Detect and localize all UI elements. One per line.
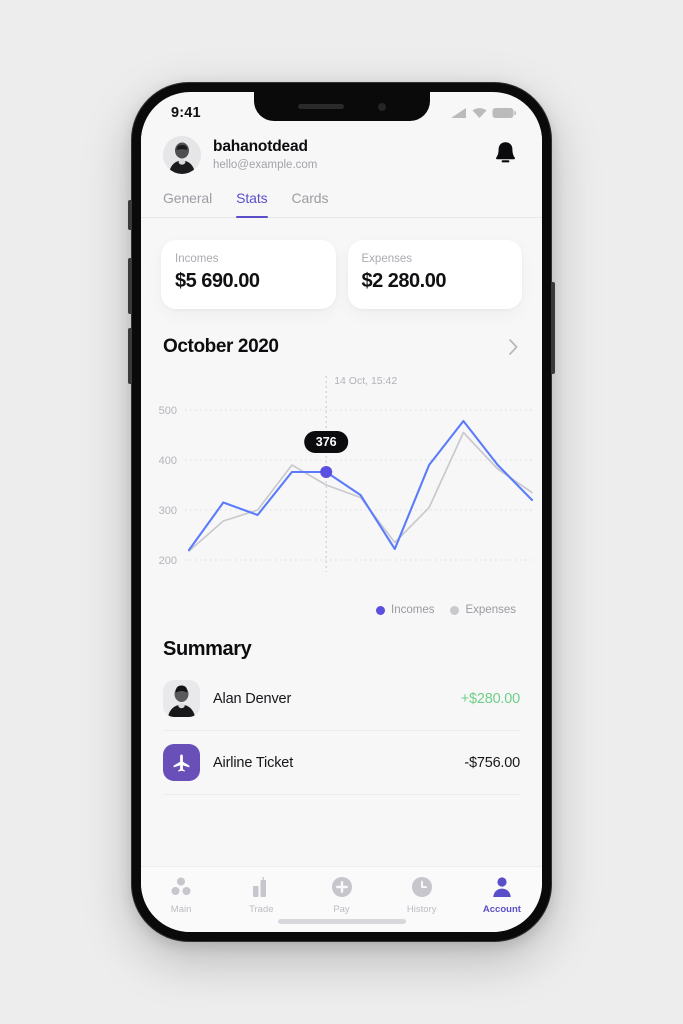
list-item-label: Alan Denver <box>213 690 292 707</box>
nav-label-history: History <box>406 904 437 915</box>
notch <box>253 92 430 121</box>
legend-dot-incomes <box>376 605 386 615</box>
month-selector[interactable]: October 2020 <box>141 309 542 358</box>
summary-section: Summary Alan Denver +$280.00 Airline Tic… <box>141 616 542 795</box>
chevron-right-icon[interactable] <box>509 339 518 355</box>
chart-y-tick-label: 300 <box>159 505 177 517</box>
chart-y-axis-labels: 200 300 400 500 <box>159 405 177 567</box>
nav-item-trade[interactable]: Trade <box>221 875 301 915</box>
profile-row[interactable]: bahanotdead hello@example.com <box>141 130 542 174</box>
list-item[interactable]: Alan Denver +$280.00 <box>163 667 520 731</box>
chart-legend: Incomes Expenses <box>141 602 542 616</box>
stat-card-incomes[interactable]: Incomes $5 690.00 <box>161 240 336 309</box>
clock-icon <box>411 877 432 897</box>
page-title: October 2020 <box>163 336 279 357</box>
chart-canvas: 200 300 400 500 376 14 Oct, 15:42 <box>159 375 534 572</box>
chart-y-tick-label: 400 <box>159 455 177 467</box>
chart-gridlines <box>185 409 532 561</box>
tab-general[interactable]: General <box>163 190 212 217</box>
dots-grid-icon <box>171 877 191 895</box>
list-item-amount: +$280.00 <box>460 690 520 707</box>
legend-dot-expenses <box>450 605 460 615</box>
tab-cards[interactable]: Cards <box>292 190 329 217</box>
legend-label-expenses: Expenses <box>465 604 516 616</box>
notification-bell-icon <box>496 142 515 163</box>
avatar-photo-icon <box>163 136 201 174</box>
phone-frame: 9:41 bahanotdead hello@example.com Gener… <box>128 82 555 942</box>
nav-label-account: Account <box>482 904 521 915</box>
wifi-icon <box>472 108 487 118</box>
stat-cards: Incomes $5 690.00 Expenses $2 280.00 <box>141 218 542 309</box>
volume-down-button[interactable] <box>128 328 132 384</box>
chart-annotation-label: 14 Oct, 15:42 <box>334 375 397 387</box>
front-camera-icon <box>377 102 386 111</box>
chart-y-tick-label: 500 <box>159 405 177 417</box>
chart-tooltip: 376 <box>304 431 349 453</box>
chart-tooltip-value: 376 <box>316 435 337 449</box>
list-item[interactable]: Airline Ticket -$756.00 <box>163 731 520 795</box>
status-time: 9:41 <box>171 105 201 121</box>
profile-info: bahanotdead hello@example.com <box>213 137 479 172</box>
power-button[interactable] <box>551 282 555 374</box>
legend-item-expenses[interactable]: Expenses <box>450 604 516 616</box>
stat-card-label: Incomes <box>175 253 219 265</box>
section-title: Summary <box>163 638 252 660</box>
silent-switch-button[interactable] <box>128 200 132 230</box>
airplane-glyph-icon <box>173 754 190 772</box>
nav-item-history[interactable]: History <box>382 875 462 915</box>
stat-card-value: $5 690.00 <box>175 270 260 292</box>
status-icons <box>450 107 516 119</box>
speaker-grille-icon <box>297 104 344 109</box>
person-icon <box>493 877 511 897</box>
profile-username: bahanotdead <box>213 138 308 156</box>
contact-avatar-photo-icon <box>163 680 200 717</box>
legend-item-incomes[interactable]: Incomes <box>376 604 434 616</box>
list-item-amount: -$756.00 <box>464 754 520 771</box>
list-item-label: Airline Ticket <box>213 754 294 771</box>
phone-screen: 9:41 bahanotdead hello@example.com Gener… <box>141 92 542 932</box>
nav-label-main: Main <box>170 904 192 915</box>
chart-y-tick-label: 200 <box>159 555 177 567</box>
battery-icon <box>492 108 516 118</box>
chart-line-expenses <box>188 431 533 552</box>
avatar[interactable] <box>163 136 201 174</box>
chart-active-point-marker <box>320 466 333 478</box>
volume-up-button[interactable] <box>128 258 132 314</box>
nav-item-main[interactable]: Main <box>141 875 221 915</box>
notification-bell-button[interactable] <box>491 137 520 173</box>
tab-stats[interactable]: Stats <box>236 190 268 218</box>
stat-card-expenses[interactable]: Expenses $2 280.00 <box>347 240 522 309</box>
contact-avatar-icon <box>163 680 200 717</box>
home-indicator[interactable] <box>277 919 406 924</box>
stat-card-label: Expenses <box>361 253 413 265</box>
legend-label-incomes: Incomes <box>391 604 435 616</box>
signal-icon <box>451 108 466 118</box>
bar-chart-icon <box>253 877 267 897</box>
nav-item-account[interactable]: Account <box>462 875 542 915</box>
airplane-icon <box>163 744 200 781</box>
stat-card-value: $2 280.00 <box>361 270 447 292</box>
tab-nav: General Stats Cards <box>141 174 542 218</box>
nav-label-pay: Pay <box>333 904 350 915</box>
chart-line-incomes <box>187 419 534 552</box>
main-content: bahanotdead hello@example.com General St… <box>141 130 542 866</box>
stats-chart[interactable]: 200 300 400 500 376 14 Oct, 15:42 <box>141 370 542 602</box>
nav-item-pay[interactable]: Pay <box>301 875 381 915</box>
nav-label-trade: Trade <box>249 904 274 915</box>
profile-email: hello@example.com <box>213 158 318 171</box>
plus-circle-icon <box>331 877 352 897</box>
